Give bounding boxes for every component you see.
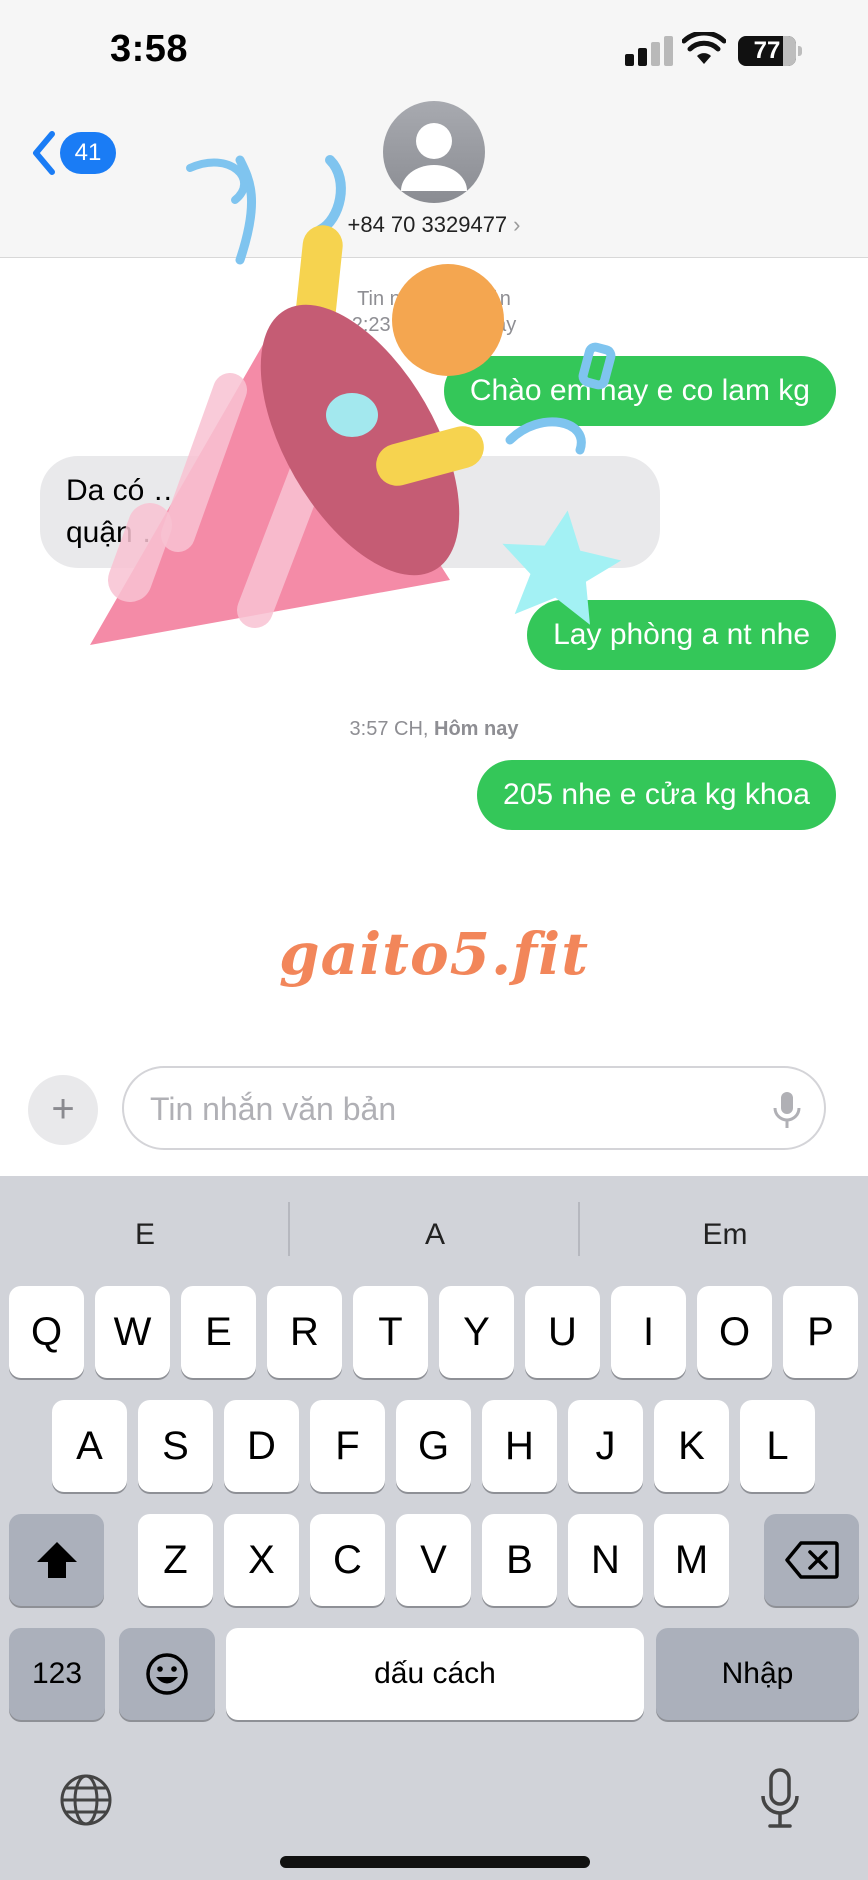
key[interactable]: S [138, 1400, 213, 1492]
key[interactable]: B [482, 1514, 557, 1606]
key[interactable]: G [396, 1400, 471, 1492]
prediction-1[interactable]: E [40, 1206, 250, 1264]
key[interactable]: Q [9, 1286, 84, 1378]
person-icon [401, 123, 467, 191]
contact-number-text: +84 70 3329477 [347, 212, 508, 237]
key[interactable]: J [568, 1400, 643, 1492]
prediction-3[interactable]: Em [620, 1206, 830, 1264]
dictation-microphone-icon[interactable] [760, 1768, 800, 1830]
shift-key[interactable] [9, 1514, 104, 1606]
key[interactable]: K [654, 1400, 729, 1492]
contact-number[interactable]: +84 70 3329477 › [0, 212, 868, 238]
emoji-icon [146, 1653, 188, 1695]
streamer [505, 417, 586, 455]
key[interactable]: H [482, 1400, 557, 1492]
key[interactable]: O [697, 1286, 772, 1378]
key[interactable]: F [310, 1400, 385, 1492]
numbers-key[interactable]: 123 [9, 1628, 105, 1720]
key[interactable]: P [783, 1286, 858, 1378]
emoji-key[interactable] [119, 1628, 215, 1720]
key[interactable]: C [310, 1514, 385, 1606]
timestamp-2: 3:57 CH, Hôm nay [0, 718, 868, 741]
message-line: Da có … thai bình p4 [66, 474, 348, 507]
back-button[interactable]: 41 [30, 128, 120, 178]
contact-avatar[interactable] [383, 101, 485, 203]
microphone-icon[interactable] [770, 1090, 804, 1130]
return-key[interactable]: Nhập [656, 1628, 859, 1720]
key[interactable]: Z [138, 1514, 213, 1606]
timestamp-1: 2:23 CH, Hôm nay [351, 314, 517, 336]
key[interactable]: E [181, 1286, 256, 1378]
wifi-icon [682, 32, 726, 64]
home-indicator [280, 1856, 590, 1868]
key[interactable]: X [224, 1514, 299, 1606]
unread-count-badge: 41 [60, 132, 116, 174]
message-input[interactable] [150, 1086, 730, 1132]
shift-icon [36, 1542, 77, 1578]
message-bubble-incoming[interactable]: Da có … thai bình p4 quận … h nha [40, 456, 660, 568]
watermark: gaito5.fit [279, 920, 589, 988]
key[interactable]: L [740, 1400, 815, 1492]
key[interactable]: R [267, 1286, 342, 1378]
timestamp-day: Hôm nay [434, 718, 519, 740]
compose-field[interactable] [122, 1066, 826, 1150]
keyboard: E A Em Q W E R T Y U I O P A S D F G H J… [0, 1176, 868, 1880]
key[interactable]: T [353, 1286, 428, 1378]
delete-key[interactable] [764, 1514, 859, 1606]
key[interactable]: U [525, 1286, 600, 1378]
message-bubble-outgoing[interactable]: Lay phòng a nt nhe [527, 600, 836, 670]
key[interactable]: I [611, 1286, 686, 1378]
prediction-2[interactable]: A [330, 1206, 540, 1264]
key[interactable]: D [224, 1400, 299, 1492]
key[interactable]: N [568, 1514, 643, 1606]
backspace-icon [784, 1541, 839, 1579]
key[interactable]: A [52, 1400, 127, 1492]
status-time: 3:58 [110, 28, 189, 70]
key[interactable]: W [95, 1286, 170, 1378]
space-key[interactable]: dấu cách [226, 1628, 644, 1720]
battery-level: 77 [753, 37, 781, 64]
timestamp-time: 3:57 CH, [349, 718, 429, 740]
chevron-left-icon [33, 131, 55, 175]
message-bubble-outgoing[interactable]: 205 nhe e cửa kg khoa [477, 760, 836, 830]
globe-icon[interactable] [58, 1772, 114, 1828]
cellular-signal-icon [625, 36, 673, 66]
key[interactable]: V [396, 1514, 471, 1606]
add-attachment-button[interactable]: + [28, 1075, 98, 1145]
conversation-header: 3:58 77 41 +84 70 3329477 › [0, 0, 868, 258]
battery-icon: 77 [738, 36, 802, 66]
key[interactable]: M [654, 1514, 729, 1606]
key[interactable]: Y [439, 1286, 514, 1378]
confetti-dot [326, 393, 378, 437]
timestamp-service-label: Tin nhắn văn bản [357, 288, 511, 310]
chevron-right-icon: › [513, 212, 521, 237]
message-line: quận … h nha [66, 516, 255, 549]
plus-icon: + [51, 1087, 75, 1131]
message-bubble-outgoing[interactable]: Chào em nay e co lam kg [443, 356, 836, 426]
